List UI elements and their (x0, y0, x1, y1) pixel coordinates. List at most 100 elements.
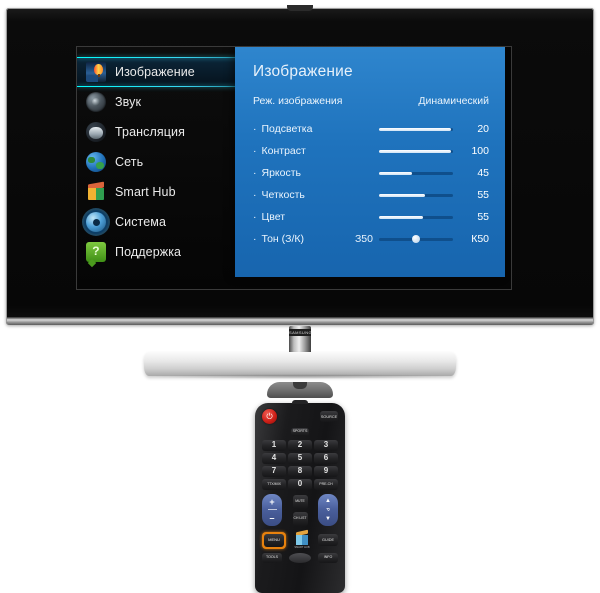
sidebar-item-label: Smart Hub (115, 185, 176, 199)
sidebar-item-support[interactable]: ? Поддержка (77, 237, 245, 267)
tv-camera-notch (287, 5, 313, 11)
volume-up-button[interactable]: + (269, 497, 274, 507)
bullet-icon: · (253, 145, 257, 157)
power-button[interactable]: ⏻ (262, 409, 277, 424)
dpad-navigation[interactable] (289, 553, 311, 563)
setting-slider[interactable] (379, 235, 453, 243)
sidebar-item-system[interactable]: Система (77, 207, 245, 237)
setting-value: 20 (477, 123, 489, 135)
setting-row[interactable]: · Цвет 55 (253, 206, 489, 228)
volume-rocker[interactable]: + – (262, 494, 282, 526)
tv-stand-base (144, 352, 456, 376)
keypad-button-ttx-mix[interactable]: TTX/MIX (262, 479, 286, 490)
keypad-button-8[interactable]: 8 (288, 466, 312, 477)
setting-value: 100 (471, 145, 489, 157)
sidebar-item-smart-hub[interactable]: Smart Hub (77, 177, 245, 207)
setting-label: · Цвет (253, 211, 349, 223)
keypad-button-5[interactable]: 5 (288, 453, 312, 464)
info-button[interactable]: INFO (318, 553, 338, 563)
setting-slider[interactable] (379, 193, 453, 197)
television-unit: Изображение Звук Трансляция Сеть Smart H… (0, 0, 600, 400)
setting-value: 55 (477, 211, 489, 223)
sidebar-item-network[interactable]: Сеть (77, 147, 245, 177)
setting-slider[interactable] (379, 127, 453, 131)
bullet-icon: · (253, 123, 257, 135)
setting-row[interactable]: · Подсветка 20 (253, 118, 489, 140)
slider-knob[interactable] (412, 235, 420, 243)
setting-row[interactable]: · Тон (З/К) З50 К50 (253, 228, 489, 250)
mute-button[interactable]: MUTE (292, 494, 308, 509)
tv-stand-foot (267, 382, 333, 398)
tools-button[interactable]: TOOLS (262, 553, 282, 563)
keypad-button-3[interactable]: 3 (314, 440, 338, 451)
panel-title: Изображение (253, 63, 353, 80)
remote-volume-channel-row: + – MUTE CH LIST ▲ P ▼ (262, 494, 338, 526)
source-button[interactable]: SOURCE (320, 411, 338, 422)
bullet-icon: · (253, 211, 257, 223)
broadcast-icon (86, 122, 106, 142)
tv-stand-foot-notch (293, 382, 307, 389)
keypad-button-pre-ch[interactable]: PRE-CH (314, 479, 338, 490)
setting-value: К50 (471, 233, 489, 245)
screenshot-root: Изображение Звук Трансляция Сеть Smart H… (0, 0, 600, 593)
slider-fill (379, 149, 451, 153)
smart-hub-button-label: SMART HUB (294, 546, 310, 549)
keypad-button-0[interactable]: 0 (288, 479, 312, 490)
setting-label-text: Подсветка (261, 123, 313, 135)
setting-label-text: Яркость (261, 167, 302, 179)
gear-icon (86, 212, 106, 232)
remote-top-row: ⏻ SOURCE (262, 409, 338, 424)
setting-label-text: Цвет (261, 211, 286, 223)
keypad-button-6[interactable]: 6 (314, 453, 338, 464)
setting-prefix-value: З50 (354, 233, 373, 245)
slider-fill (379, 193, 425, 197)
setting-row[interactable]: · Контраст 100 (253, 140, 489, 162)
settings-menu-sidebar[interactable]: Изображение Звук Трансляция Сеть Smart H… (77, 47, 315, 289)
setting-slider[interactable] (379, 215, 453, 219)
setting-label: · Яркость (253, 167, 349, 179)
tv-remote-control[interactable]: ⏻ SOURCE SPORTS 1 2 3 4 5 6 7 8 9 TTX/MIX 0 PRE-CH … (255, 400, 345, 593)
sidebar-item-label: Изображение (115, 65, 195, 79)
sidebar-item-picture[interactable]: Изображение (77, 57, 315, 87)
remote-keypad[interactable]: 1 2 3 4 5 6 7 8 9 TTX/MIX 0 PRE-CH (262, 440, 338, 490)
channel-up-icon[interactable]: ▲ (325, 498, 331, 504)
setting-label: · Тон (З/К) (253, 233, 349, 245)
smart-hub-button[interactable]: SMART HUB (294, 529, 310, 549)
smart-hub-cube-icon (295, 529, 309, 545)
picture-icon (86, 62, 106, 82)
channel-label: P (325, 508, 331, 512)
picture-mode-row[interactable]: Реж. изображения Динамический (253, 95, 489, 107)
remote-ir-emitter (292, 400, 308, 404)
setting-row[interactable]: · Четкость 55 (253, 184, 489, 206)
samsung-logo: SAMSUNG (289, 329, 313, 336)
setting-row[interactable]: · Яркость 45 (253, 162, 489, 184)
sidebar-item-broadcast[interactable]: Трансляция (77, 117, 245, 147)
setting-value: 55 (477, 189, 489, 201)
setting-label: · Четкость (253, 189, 349, 201)
channel-rocker[interactable]: ▲ P ▼ (318, 494, 338, 526)
support-icon: ? (86, 242, 106, 262)
menu-button[interactable]: MENU (264, 533, 284, 547)
remote-mid-column: MUTE CH LIST (292, 494, 308, 526)
keypad-button-4[interactable]: 4 (262, 453, 286, 464)
sidebar-item-sound[interactable]: Звук (77, 87, 245, 117)
bullet-icon: · (253, 189, 257, 201)
channel-down-icon[interactable]: ▼ (325, 516, 331, 522)
keypad-button-7[interactable]: 7 (262, 466, 286, 477)
tv-body: Изображение Звук Трансляция Сеть Smart H… (6, 5, 594, 325)
setting-value: 45 (477, 167, 489, 179)
picture-mode-value: Динамический (418, 95, 489, 107)
slider-fill (379, 215, 424, 219)
keypad-button-9[interactable]: 9 (314, 466, 338, 477)
tv-screen: Изображение Звук Трансляция Сеть Smart H… (76, 46, 512, 290)
setting-slider[interactable] (379, 149, 453, 153)
settings-slider-list: · Подсветка 20 · Контраст 100 · Яркость 45 · Четко… (253, 118, 489, 250)
volume-down-button[interactable]: – (269, 513, 274, 523)
guide-button[interactable]: GUIDE (318, 534, 338, 546)
setting-slider[interactable] (379, 171, 453, 175)
menu-button-highlight: MENU (262, 531, 286, 549)
keypad-button-2[interactable]: 2 (288, 440, 312, 451)
sports-button[interactable]: SPORTS (291, 428, 309, 436)
keypad-button-1[interactable]: 1 (262, 440, 286, 451)
ch-list-button[interactable]: CH LIST (292, 511, 308, 526)
